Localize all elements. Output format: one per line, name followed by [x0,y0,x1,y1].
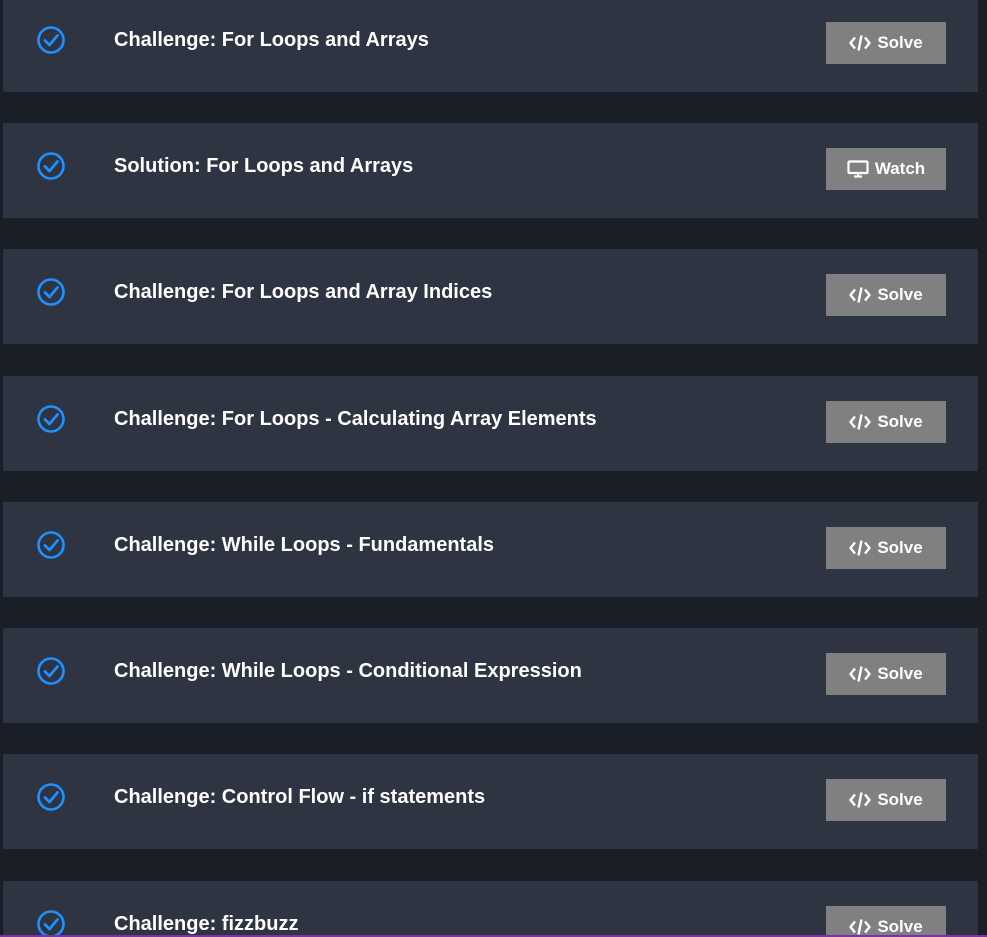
code-icon [849,539,872,557]
code-icon [849,918,872,936]
code-icon [849,791,872,809]
solve-button[interactable]: Solve [826,274,946,316]
check-circle-icon [37,531,65,559]
solve-button[interactable]: Solve [826,906,946,937]
solve-button-label: Solve [877,285,923,304]
check-circle-icon [37,910,65,937]
lesson-title: Solution: For Loops and Arrays [114,155,414,177]
solve-button-label: Solve [877,664,923,683]
lesson-title: Challenge: For Loops - Calculating Array… [114,408,597,430]
lesson-row[interactable]: Challenge: Control Flow - if statements … [3,754,978,849]
lesson-title: Challenge: While Loops - Conditional Exp… [114,660,582,682]
lesson-row[interactable]: Challenge: For Loops and Arrays Solve [3,0,978,92]
solve-button-label: Solve [877,412,923,431]
solve-button[interactable]: Solve [826,653,946,695]
solve-button-label: Solve [877,917,923,936]
lesson-title: Challenge: fizzbuzz [114,913,299,935]
watch-button[interactable]: Watch [826,148,946,190]
lesson-row[interactable]: Solution: For Loops and Arrays Watch [3,123,978,218]
lesson-list: Challenge: For Loops and Arrays Solve So… [0,0,987,937]
lesson-row[interactable]: Challenge: fizzbuzz Solve [3,881,978,937]
check-circle-icon [37,26,65,54]
lesson-title: Challenge: For Loops and Arrays [114,29,429,51]
check-circle-icon [37,783,65,811]
lesson-row[interactable]: Challenge: While Loops - Conditional Exp… [3,628,978,723]
watch-button-label: Watch [874,159,926,178]
lesson-title: Challenge: Control Flow - if statements [114,786,486,808]
check-circle-icon [37,152,65,180]
code-icon [849,665,872,683]
solve-button[interactable]: Solve [826,22,946,64]
lesson-title: Challenge: While Loops - Fundamentals [114,534,495,556]
check-circle-icon [37,657,65,685]
monitor-icon [847,160,869,178]
lesson-row[interactable]: Challenge: For Loops - Calculating Array… [3,376,978,471]
code-icon [849,286,872,304]
solve-button-label: Solve [877,790,923,809]
code-icon [849,413,872,431]
solve-button[interactable]: Solve [826,779,946,821]
lesson-row[interactable]: Challenge: For Loops and Array Indices S… [3,249,978,344]
code-icon [849,34,872,52]
check-circle-icon [37,405,65,433]
solve-button[interactable]: Solve [826,401,946,443]
solve-button-label: Solve [877,538,923,557]
solve-button[interactable]: Solve [826,527,946,569]
lesson-row[interactable]: Challenge: While Loops - Fundamentals So… [3,502,978,597]
check-circle-icon [37,278,65,306]
lesson-title: Challenge: For Loops and Array Indices [114,281,493,303]
solve-button-label: Solve [877,33,923,52]
